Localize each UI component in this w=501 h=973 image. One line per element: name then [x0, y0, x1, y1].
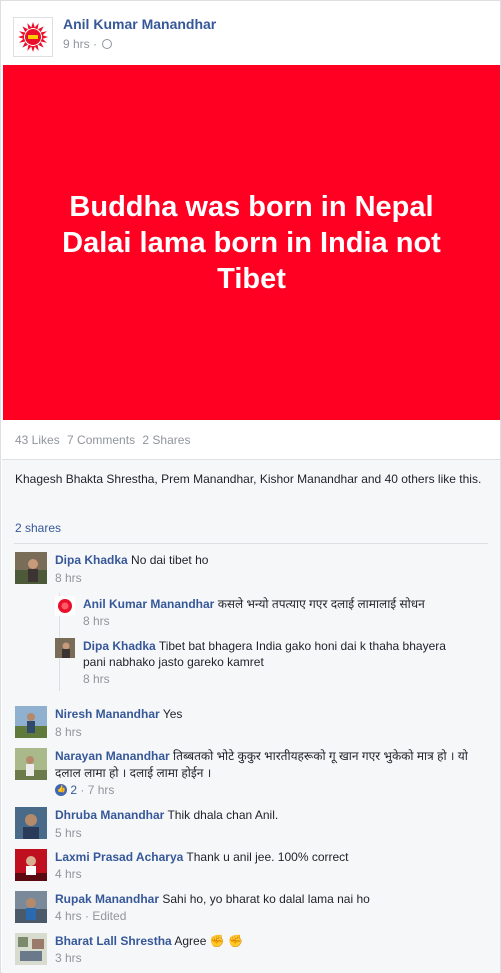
comment-author[interactable]: Laxmi Prasad Acharya [55, 850, 183, 864]
comment-text: Sahi ho, yo bharat ko dalal lama nai ho [162, 892, 370, 906]
comment-meta: 2 · 7 hrs [55, 783, 114, 797]
likes-count-link[interactable]: 43 Likes [15, 433, 60, 447]
comment-time[interactable]: 4 hrs · Edited [55, 909, 126, 923]
reply-time[interactable]: 8 hrs [83, 614, 110, 628]
reply-text: कसले भन्यो तपत्याए गएर दलाई लामालाई सोधन [217, 597, 425, 611]
post-card: Anil Kumar Manandhar 9 hrs · Buddha was … [0, 0, 501, 973]
post-timestamp[interactable]: 9 hrs [63, 37, 90, 51]
comment-time[interactable]: 4 hrs [55, 867, 82, 881]
comment-text: Yes [162, 707, 183, 721]
avatar[interactable] [55, 638, 75, 658]
comment-author[interactable]: Dipa Khadka [55, 553, 128, 567]
reaction-count[interactable]: 2 [70, 783, 77, 797]
post-author-name[interactable]: Anil Kumar Manandhar [63, 16, 216, 32]
post-banner[interactable]: Buddha was born in Nepal Dalai lama born… [3, 65, 500, 420]
reply-text-continued: pani nabhako jasto gareko kamret [83, 655, 264, 669]
comment-author[interactable]: Niresh Manandhar [55, 707, 160, 721]
comment-text: Agree ✊ ✊ [174, 934, 243, 948]
comment-text: तिब्बतको भोटे कुकुर भारतीयहरूको गू खान ग… [173, 749, 468, 763]
comment-time[interactable]: 5 hrs [55, 826, 82, 840]
comment-time[interactable]: 8 hrs [55, 571, 82, 585]
comment-author[interactable]: Bharat Lall Shrestha [55, 934, 172, 948]
reply-text: Tibet bat bhagera India gako honi dai k … [158, 639, 446, 653]
like-reaction-icon[interactable] [55, 784, 67, 796]
meta-separator: · [89, 37, 101, 51]
avatar[interactable] [55, 596, 75, 616]
comment-text: Thank u anil jee. 100% correct [186, 850, 349, 864]
post-meta: 9 hrs · [63, 37, 113, 51]
comment-text-continued: दलाल लामा हो । दलाई लामा होईन । [55, 766, 212, 780]
comment-time[interactable]: 3 hrs [55, 951, 82, 965]
banner-text: Buddha was born in Nepal Dalai lama born… [62, 191, 441, 295]
sun-logo-icon [18, 22, 48, 52]
likers-summary[interactable]: Khagesh Bhakta Shrestha, Prem Manandhar,… [15, 471, 485, 487]
avatar[interactable] [15, 807, 47, 839]
page-logo-avatar[interactable] [13, 17, 53, 57]
globe-icon[interactable] [102, 39, 113, 49]
comment-author[interactable]: Rupak Manandhar [55, 892, 159, 906]
avatar[interactable] [15, 552, 47, 584]
shares-count-link[interactable]: 2 Shares [142, 433, 190, 447]
post-stats: 43 Likes 7 Comments 2 Shares [15, 433, 194, 447]
comment-author[interactable]: Narayan Manandhar [55, 749, 170, 763]
comment-text: Thik dhala chan Anil. [167, 808, 279, 822]
comment-text: No dai tibet ho [131, 553, 209, 567]
avatar[interactable] [15, 891, 47, 923]
avatar[interactable] [15, 706, 47, 738]
avatar[interactable] [15, 748, 47, 780]
comment-author[interactable]: Dhruba Manandhar [55, 808, 164, 822]
shares-link[interactable]: 2 shares [15, 521, 61, 535]
avatar[interactable] [15, 849, 47, 881]
reply-author[interactable]: Dipa Khadka [83, 639, 156, 653]
reply-author[interactable]: Anil Kumar Manandhar [83, 597, 214, 611]
comment-time[interactable]: 8 hrs [55, 725, 82, 739]
comment-time[interactable]: 7 hrs [88, 783, 115, 797]
comments-count-link[interactable]: 7 Comments [67, 433, 135, 447]
reply-time[interactable]: 8 hrs [83, 672, 110, 686]
divider [14, 543, 488, 544]
avatar[interactable] [15, 933, 47, 965]
